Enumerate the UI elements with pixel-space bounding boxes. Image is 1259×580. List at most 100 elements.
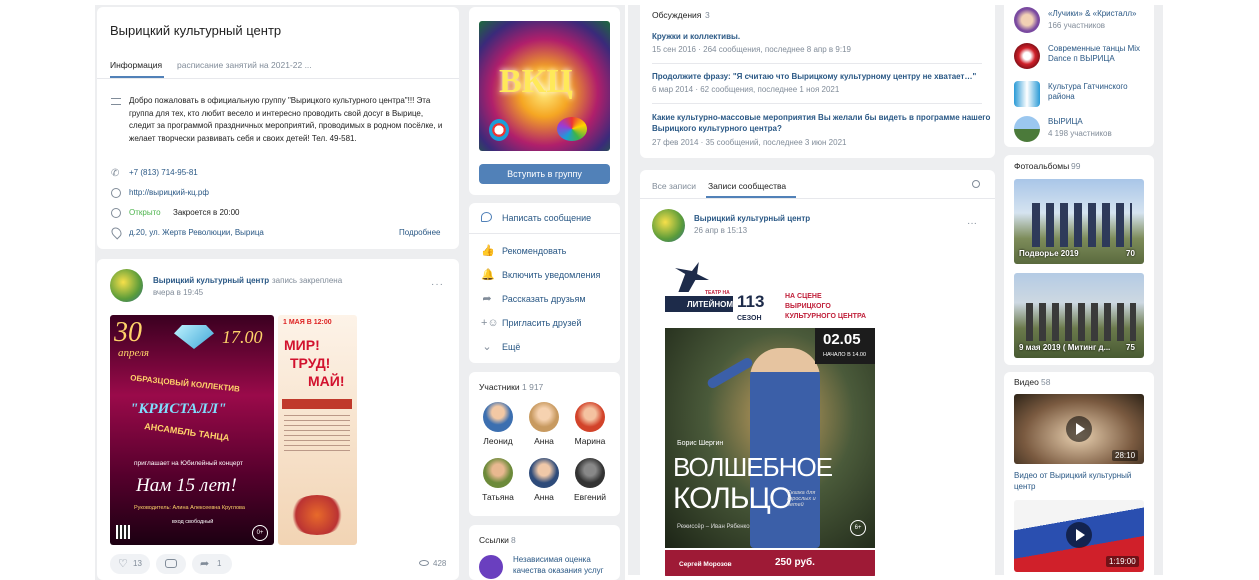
poster-date: 02.05 [823, 331, 861, 348]
tabs-divider [97, 78, 459, 79]
video-duration: 28:10 [1112, 450, 1139, 461]
wall-post-time[interactable]: 26 апр в 15:13 [694, 226, 747, 235]
search-icon[interactable] [972, 180, 980, 188]
views-eye-icon [419, 560, 429, 566]
group-avatar[interactable] [1014, 43, 1040, 69]
play-icon [1066, 416, 1092, 442]
link-title-line1[interactable]: Независимая оценка [513, 555, 591, 564]
comment-button[interactable] [156, 554, 186, 574]
member-photo [483, 402, 513, 432]
discussion-meta: 27 фев 2014 · 35 сообщений, последнее 3 … [652, 138, 847, 147]
group-name[interactable]: Современные танцы Mix Dance п ВЫРИЦА [1048, 44, 1153, 64]
member-evgeny[interactable]: Евгений [570, 458, 610, 502]
phone-number[interactable]: +7 (813) 714-95-81 [129, 168, 198, 177]
poster2-banner [282, 399, 352, 409]
albums-card: Фотоальбомы 99 Подворье 2019 70 9 мая 20… [1004, 155, 1154, 365]
author-avatar[interactable] [110, 269, 143, 302]
tab-community-posts[interactable]: Записи сообщества [708, 181, 786, 191]
pegasus-logo-icon [675, 262, 709, 292]
actor-name: Сергей Морозов [679, 561, 732, 568]
member-name: Анна [534, 492, 554, 502]
discussion-title-line2[interactable]: Вырицкого культурного центра? [652, 124, 782, 133]
group-avatar[interactable] [1014, 7, 1040, 33]
group-name[interactable]: «Лучики» & «Кристалл» [1048, 9, 1153, 19]
tab-all-posts[interactable]: Все записи [652, 181, 696, 191]
group-cover[interactable]: ВКЦ [479, 21, 610, 151]
globe-icon [111, 188, 121, 198]
stage-line2: ВЫРИЦКОГО [785, 303, 831, 310]
tab-schedule[interactable]: расписание занятий на 2021-22 ... [177, 60, 312, 70]
discussions-count: 3 [705, 10, 710, 20]
wall-post-author[interactable]: Вырицкий культурный центр [694, 214, 810, 223]
member-photo [483, 458, 513, 488]
members-card: Участники 1 917 Леонид Анна Марина Татья… [469, 372, 620, 516]
discussion-title[interactable]: Продолжите фразу: "Я считаю что Вырицком… [652, 72, 976, 81]
videos-title[interactable]: Видео [1014, 377, 1039, 387]
share-button[interactable]: ➦ 1 [192, 554, 232, 574]
post-author[interactable]: Вырицкий культурный центр [153, 276, 269, 285]
album-podvorye[interactable]: Подворье 2019 70 [1014, 179, 1144, 264]
join-group-button[interactable]: Вступить в группу [479, 164, 610, 184]
cover-letters: ВКЦ [499, 63, 573, 100]
discussion-title[interactable]: Кружки и коллективы. [652, 32, 740, 41]
post-more-icon[interactable]: ··· [431, 279, 444, 290]
albums-title[interactable]: Фотоальбомы [1014, 161, 1069, 171]
poster-title2: КОЛЬЦО [673, 482, 792, 515]
play-icon [1066, 522, 1092, 548]
group-name[interactable]: ВЫРИЦА [1048, 117, 1083, 127]
wall-post-more-icon[interactable]: ··· [967, 218, 977, 229]
tell-friends-label: Рассказать друзьям [502, 294, 586, 304]
videos-count: 58 [1041, 377, 1051, 387]
links-card: Ссылки 8 Независимая оценка качества ока… [469, 525, 620, 580]
discussion-title-line1[interactable]: Какие культурно-массовые мероприятия Вы … [652, 113, 990, 122]
poster-kristall[interactable]: 30 апреля 17.00 ОБРАЗЦОВЫЙ КОЛЛЕКТИВ "КР… [110, 315, 274, 545]
album-people [1026, 303, 1136, 341]
theatre-poster[interactable]: ТЕАТР НА ЛИТЕЙНОМ 113 СЕЗОН НА СЦЕНЕ ВЫР… [665, 260, 875, 578]
tab-information[interactable]: Информация [110, 60, 162, 70]
album-may-9[interactable]: 9 мая 2019 ( Митинг д... 75 [1014, 273, 1144, 358]
like-button[interactable]: ♡ 13 [110, 554, 150, 574]
links-title[interactable]: Ссылки [479, 535, 509, 545]
member-anna-2[interactable]: Анна [524, 458, 564, 502]
poster1-footer: Руководитель: Алина Алексеевна Круглова [134, 505, 245, 511]
cover-palette [557, 117, 587, 141]
group-subtitle: 166 участников [1048, 21, 1106, 30]
member-marina[interactable]: Марина [570, 402, 610, 446]
video-title-line1[interactable]: Видео от Вырицкий культурный [1014, 471, 1131, 480]
location-pin-icon [109, 225, 124, 240]
post-author-avatar[interactable] [652, 209, 685, 242]
album-caption: Подворье 2019 [1019, 249, 1079, 258]
group-avatar[interactable] [1014, 81, 1040, 107]
poster1-line3: приглашает на Юбилейный концерт [134, 460, 243, 467]
member-leonid[interactable]: Леонид [478, 402, 518, 446]
video-thumb-1[interactable]: 28:10 [1014, 394, 1144, 464]
poster-may-day[interactable]: 1 МАЯ В 12:00 МИР! ТРУД! МАЙ! [278, 315, 357, 545]
website-link[interactable]: http://вырицкий-кц.рф [129, 188, 209, 197]
group-name[interactable]: Культура Гатчинского района [1048, 82, 1148, 102]
group-description: Добро пожаловать в официальную группу "В… [129, 96, 443, 143]
qr-code-icon [116, 525, 130, 539]
actions-divider [469, 233, 620, 234]
post-time[interactable]: вчера в 19:45 [153, 288, 203, 297]
member-anna-1[interactable]: Анна [524, 402, 564, 446]
cover-card: ВКЦ Вступить в группу [469, 7, 620, 195]
member-tatiana[interactable]: Татьяна [478, 458, 518, 502]
address-link[interactable]: д.20, ул. Жертв Революции, Вырица [129, 228, 264, 237]
video-title-line2[interactable]: центр [1014, 482, 1035, 491]
status-open: Открыто [129, 208, 161, 217]
poster1-name: "КРИСТАЛЛ" [130, 401, 227, 417]
cover-clown [489, 119, 509, 141]
discussions-title[interactable]: Обсуждения [652, 10, 701, 20]
poster-age: 6+ [850, 520, 866, 536]
clock-icon [111, 208, 121, 218]
more-link[interactable]: Подробнее [399, 228, 441, 237]
link-title-line2[interactable]: качества оказания услуг [513, 566, 604, 575]
members-title[interactable]: Участники [479, 382, 520, 392]
phone-icon: ✆ [111, 168, 120, 179]
member-name: Леонид [483, 436, 513, 446]
video-thumb-2[interactable]: 1:19:00 [1014, 500, 1144, 572]
links-count: 8 [511, 535, 516, 545]
album-caption: 9 мая 2019 ( Митинг д... [1019, 343, 1111, 352]
discussion-divider [652, 63, 982, 64]
group-avatar[interactable] [1014, 116, 1040, 142]
